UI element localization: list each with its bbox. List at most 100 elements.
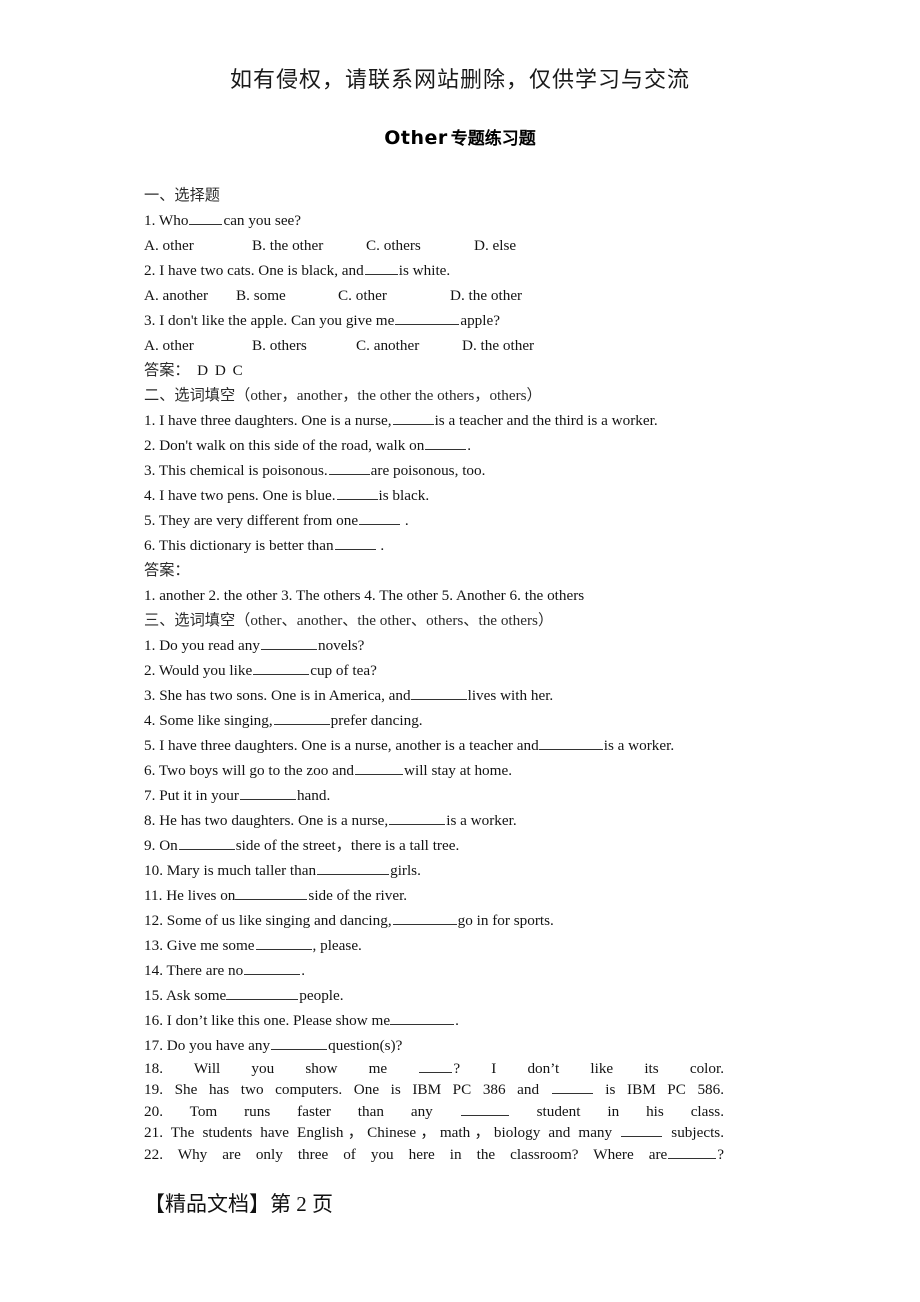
answer-blank[interactable] [419,1058,453,1073]
answer-blank[interactable] [273,710,330,725]
question-text-after: , please. [312,937,362,954]
question-number: 6. [144,762,156,779]
answer-blank[interactable] [668,1144,717,1159]
question-text-after: subjects. [671,1124,725,1142]
answer-blank[interactable] [551,1079,593,1095]
question-3-12: 12. Some of us like singing and dancing,… [144,908,744,933]
question-text-after: . [455,1012,459,1029]
option-b[interactable]: B. the other [252,233,366,258]
question-number: 13. [144,937,163,954]
question-number: 2. [144,262,156,279]
question-3-20: 20. Tom runs faster than any student in … [144,1101,724,1122]
answer-blank[interactable] [538,735,603,750]
section-heading-1-text: 一、选择题 [144,187,220,204]
options-row-3: A. other B. others C. another D. the other [144,333,744,358]
question-text-before: Don't walk on this side of the road, wal… [159,437,425,454]
question-text-before: Do you read any [159,637,260,654]
option-b[interactable]: B. some [236,283,338,308]
option-c[interactable]: C. another [356,333,462,358]
answer-blank[interactable] [244,960,301,975]
question-text-before: Put it in your [159,787,239,804]
answer-blank[interactable] [460,1101,509,1116]
question-number: 17. [144,1037,163,1054]
question-3-5: 5. I have three daughters. One is a nurs… [144,733,744,758]
option-a[interactable]: A. other [144,333,252,358]
question-number: 4. [144,487,156,504]
option-b[interactable]: B. others [252,333,356,358]
question-text-after: people. [299,987,344,1004]
question-text-before: The students have English，Chinese，math，b… [170,1124,613,1142]
answer-value: D D C [197,362,245,379]
answer-blank[interactable] [189,210,223,225]
answer-blank[interactable] [255,935,312,950]
answer-blank[interactable] [359,510,401,525]
question-text-after: is black. [378,487,430,504]
question-text-before: I don't like the apple. Can you give me [159,312,395,329]
answer-blank[interactable] [253,660,310,675]
question-text-before: Do you have any [166,1037,271,1054]
question-number: 5. [144,512,156,529]
option-d[interactable]: D. the other [462,333,534,358]
question-text-after: can you see? [223,212,302,229]
question-3-1: 1. Do you read any novels? [144,633,744,658]
answer-blank[interactable] [178,835,235,850]
answer-blank[interactable] [390,1010,455,1025]
option-c[interactable]: C. other [338,283,450,308]
question-number: 21. [144,1124,163,1142]
question-text-after: . [467,437,472,454]
option-d[interactable]: D. the other [450,283,522,308]
answer-blank[interactable] [235,885,308,900]
document-page: 如有侵权，请联系网站删除，仅供学习与交流 Other 专题练习题 一、选择题 1.… [0,0,920,1302]
answer-blank[interactable] [410,685,467,700]
answer-blank[interactable] [392,410,434,425]
question-text-after: side of the river. [308,887,408,904]
question-number: 8. [144,812,156,829]
answer-blank[interactable] [328,460,370,475]
question-text-after: will stay at home. [404,762,512,779]
answer-blank[interactable] [239,785,296,800]
answer-blank[interactable] [425,435,467,450]
answer-blank[interactable] [334,535,376,550]
question-3-10: 10. Mary is much taller than girls. [144,858,744,883]
question-text-after: novels? [317,637,365,654]
question-3-22: 22. Why are only three of you here in th… [144,1144,724,1165]
question-text-after: question(s)? [328,1037,403,1054]
option-a[interactable]: A. another [144,283,236,308]
page-footer-text: 【精品文档】第 2 页 [144,1192,333,1216]
answer-blank[interactable] [621,1122,663,1138]
question-3-15: 15. Ask some people. [144,983,744,1008]
answer-blank[interactable] [392,910,457,925]
answer-blank[interactable] [395,310,460,325]
answer-blank[interactable] [355,760,404,775]
answer-blank[interactable] [317,860,390,875]
answer-blank[interactable] [226,985,299,1000]
answer-blank[interactable] [271,1035,328,1050]
question-1-1: 1. Who can you see? [144,208,744,233]
option-d[interactable]: D. else [474,233,516,258]
question-number: 20. [144,1102,163,1120]
question-number: 10. [144,862,163,879]
question-text-after: is white. [398,262,451,279]
question-3-2: 2. Would you like cup of tea? [144,658,744,683]
answer-line-section-1: 答案： D D C [144,358,744,383]
question-text-before: They are very different from one [158,512,359,529]
option-c[interactable]: C. others [366,233,474,258]
answer-blank[interactable] [260,635,317,650]
question-text-before: Mary is much taller than [166,862,317,879]
option-a[interactable]: A. other [144,233,252,258]
question-2-1: 1. I have three daughters. One is a nurs… [144,408,744,433]
question-number: 2. [144,437,156,454]
question-text-before: This chemical is poisonous. [158,462,328,479]
question-text-before: This dictionary is better than [158,537,334,554]
question-number: 11. [144,887,163,904]
question-text-after: apple? [460,312,500,329]
answer-blank[interactable] [364,260,398,275]
answer-blank[interactable] [336,485,378,500]
document-body: 一、选择题 1. Who can you see? A. other B. the … [144,183,744,1165]
answer-blank[interactable] [389,810,446,825]
section-heading-1: 一、选择题 [144,183,744,208]
question-3-18: 18. Will you show me ? I don’t like its … [144,1058,724,1079]
question-text-before: On [159,837,178,854]
question-text-before: Would you like [158,662,253,679]
question-text-after: . [404,512,409,529]
